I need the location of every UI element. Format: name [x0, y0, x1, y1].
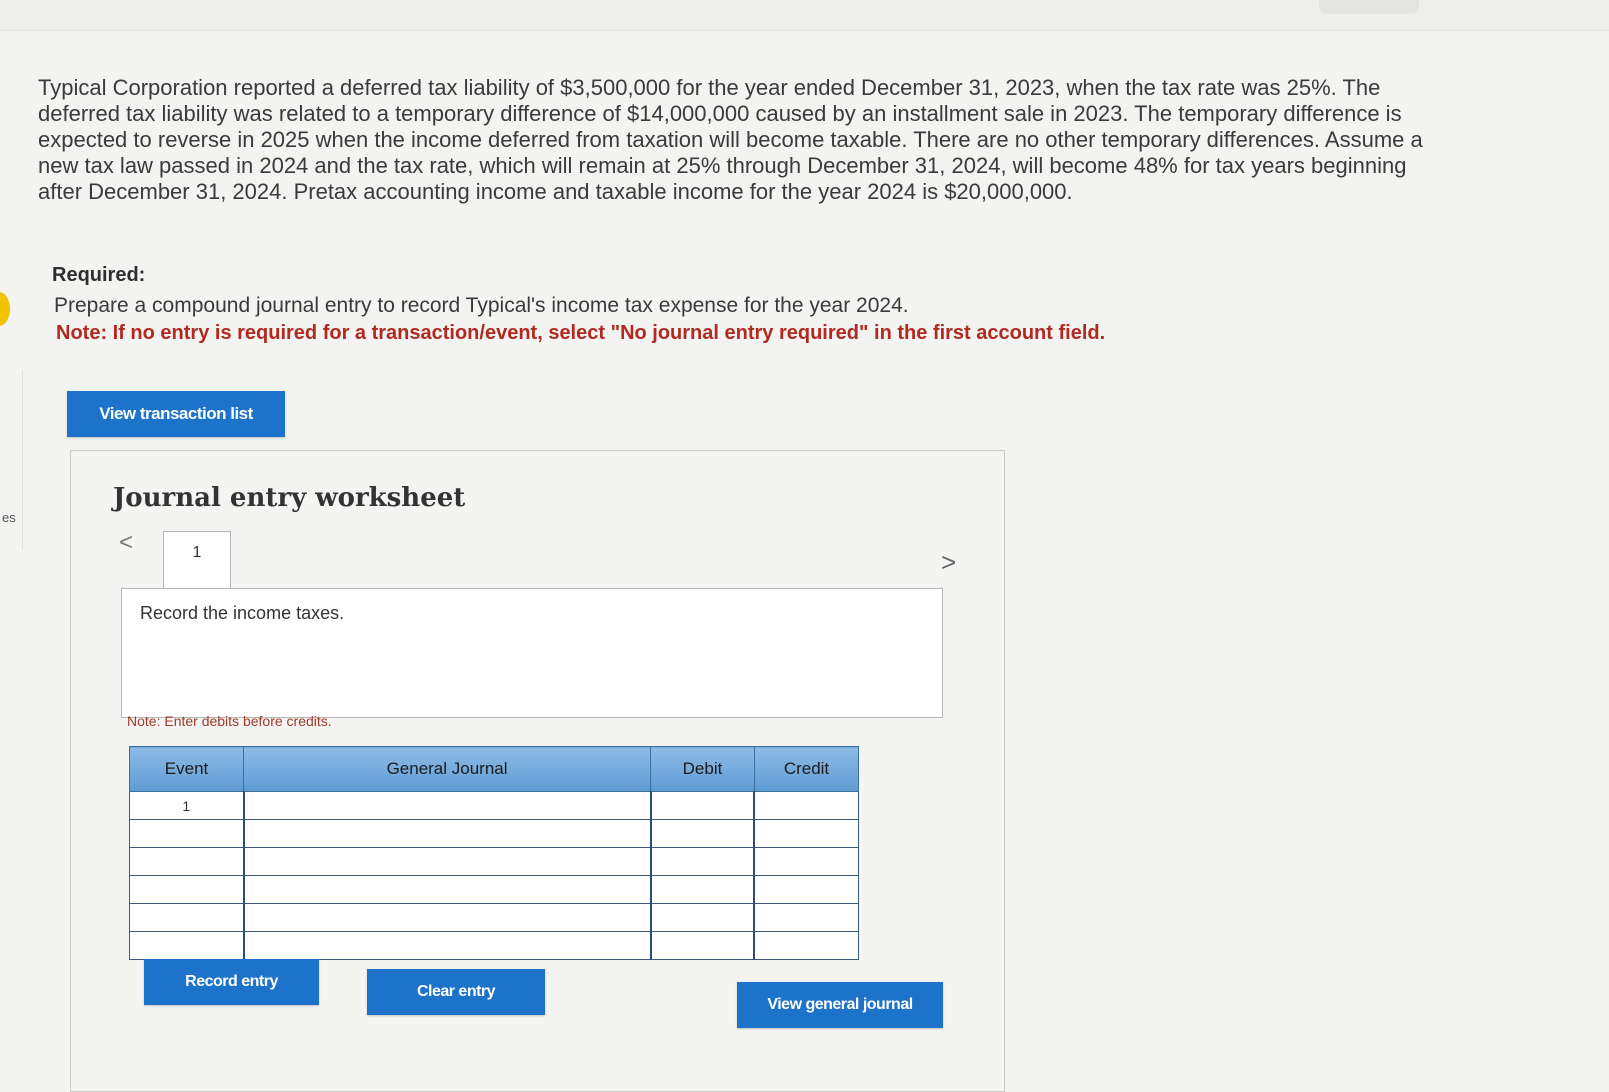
table-row [128, 819, 860, 848]
table-row [128, 903, 860, 932]
debit-cell[interactable] [649, 791, 755, 820]
credit-cell[interactable] [753, 847, 860, 876]
column-header-general-journal: General Journal [243, 746, 651, 792]
worksheet-note: Note: Enter debits before credits. [127, 713, 332, 729]
table-row [128, 847, 860, 876]
view-general-journal-button[interactable]: View general journal [737, 982, 943, 1028]
debit-cell[interactable] [649, 931, 755, 960]
column-header-credit: Credit [753, 746, 860, 792]
top-strip [0, 0, 1609, 31]
account-cell[interactable] [242, 903, 651, 932]
event-cell [128, 847, 245, 876]
account-cell[interactable] [242, 931, 651, 960]
column-header-event: Event [128, 746, 245, 792]
required-text: Prepare a compound journal entry to reco… [54, 294, 909, 317]
credit-cell[interactable] [753, 819, 860, 848]
chevron-left-icon[interactable]: < [119, 529, 133, 557]
debit-cell[interactable] [649, 903, 755, 932]
table-row [128, 931, 860, 960]
clear-entry-button[interactable]: Clear entry [367, 969, 545, 1015]
problem-text: Typical Corporation reported a deferred … [38, 75, 1423, 204]
credit-cell[interactable] [753, 931, 860, 960]
highlight-dot-icon [0, 292, 10, 326]
view-transaction-list-button[interactable]: View transaction list [67, 391, 285, 437]
worksheet-instruction: Record the income taxes. [140, 603, 345, 623]
journal-table: Event General Journal Debit Credit 1 [128, 746, 860, 960]
journal-table-header-row: Event General Journal Debit Credit [128, 746, 860, 792]
debit-cell[interactable] [649, 847, 755, 876]
worksheet-title: Journal entry worksheet [113, 483, 466, 513]
credit-cell[interactable] [753, 875, 860, 904]
event-cell: 1 [128, 791, 245, 820]
event-cell [128, 819, 245, 848]
column-header-debit: Debit [650, 746, 755, 792]
account-cell[interactable] [242, 875, 651, 904]
required-note: Note: If no entry is required for a tran… [56, 322, 1106, 344]
worksheet-tab-panel: Record the income taxes. [121, 588, 943, 718]
debit-cell[interactable] [649, 819, 755, 848]
account-cell[interactable] [242, 791, 651, 820]
debit-cell[interactable] [649, 875, 755, 904]
event-cell [128, 875, 245, 904]
account-cell[interactable] [242, 847, 651, 876]
worksheet-tab-1[interactable]: 1 [163, 531, 231, 589]
table-row: 1 [128, 791, 860, 820]
credit-cell[interactable] [753, 791, 860, 820]
required-title: Required: [52, 264, 146, 286]
event-cell [128, 931, 245, 960]
table-row [128, 875, 860, 904]
chevron-right-icon[interactable]: > [941, 547, 956, 578]
left-edge-label: es [2, 510, 16, 525]
event-cell [128, 903, 245, 932]
credit-cell[interactable] [753, 903, 860, 932]
record-entry-button[interactable]: Record entry [144, 959, 319, 1005]
journal-entry-worksheet: Journal entry worksheet < 1 > Record the… [70, 450, 1005, 1092]
top-pill [1319, 0, 1419, 14]
account-cell[interactable] [242, 819, 651, 848]
worksheet-tab-label: 1 [192, 544, 202, 561]
